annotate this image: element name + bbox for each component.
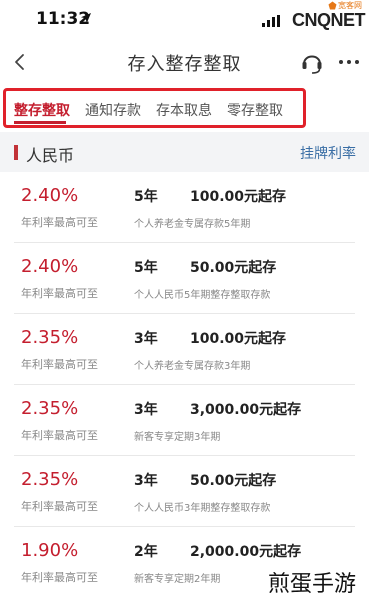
deposit-term: 5年 bbox=[134, 260, 158, 276]
rate-note: 年利率最高可至 bbox=[21, 500, 98, 513]
interest-rate: 2.35% bbox=[21, 469, 79, 490]
product-name: 个人养老金专属存款5年期 bbox=[134, 219, 251, 230]
tab-notice-deposit[interactable]: 通知存款 bbox=[85, 100, 141, 120]
interest-rate: 2.40% bbox=[21, 185, 79, 206]
product-row[interactable]: 2.35% 年利率最高可至 3年 50.00元起存 个人人民币3年期整存整取存款 bbox=[0, 456, 369, 527]
product-row[interactable]: 2.35% 年利率最高可至 3年 100.00元起存 个人养老金专属存款3年期 bbox=[0, 314, 369, 385]
interest-rate: 2.40% bbox=[21, 256, 79, 277]
minimum-amount: 50.00元起存 bbox=[190, 473, 277, 489]
product-name: 新客专享定期2年期 bbox=[134, 574, 221, 585]
section-header: 人民币 挂牌利率 bbox=[0, 132, 369, 172]
watermark-badge-icon bbox=[328, 1, 337, 10]
product-name: 个人人民币3年期整存整取存款 bbox=[134, 503, 271, 514]
deposit-term: 2年 bbox=[134, 544, 158, 560]
product-row[interactable]: 2.35% 年利率最高可至 3年 3,000.00元起存 新客专享定期3年期 bbox=[0, 385, 369, 456]
product-row[interactable]: 2.40% 年利率最高可至 5年 100.00元起存 个人养老金专属存款5年期 bbox=[0, 172, 369, 243]
tab-fixed-deposit[interactable]: 整存整取 bbox=[14, 100, 70, 120]
deposit-term: 3年 bbox=[134, 331, 158, 347]
tab-interest-withdrawal[interactable]: 存本取息 bbox=[156, 100, 212, 120]
product-name: 个人人民币5年期整存整取存款 bbox=[134, 290, 271, 301]
minimum-amount: 100.00元起存 bbox=[190, 189, 287, 205]
bottom-watermark: 煎蛋手游 bbox=[268, 572, 357, 597]
more-dots-icon[interactable] bbox=[338, 58, 360, 66]
minimum-amount: 2,000.00元起存 bbox=[190, 544, 302, 560]
interest-rate: 2.35% bbox=[21, 327, 79, 348]
rate-note: 年利率最高可至 bbox=[21, 216, 98, 229]
minimum-amount: 100.00元起存 bbox=[190, 331, 287, 347]
watermark-logo: CNQNET bbox=[292, 10, 366, 30]
deposit-term: 3年 bbox=[134, 473, 158, 489]
minimum-amount: 50.00元起存 bbox=[190, 260, 277, 276]
interest-rate: 2.35% bbox=[21, 398, 79, 419]
signal-icon bbox=[262, 15, 280, 27]
deposit-term: 3年 bbox=[134, 402, 158, 418]
product-row[interactable]: 2.40% 年利率最高可至 5年 50.00元起存 个人人民币5年期整存整取存款 bbox=[0, 243, 369, 314]
rate-note: 年利率最高可至 bbox=[21, 571, 98, 584]
section-title: 人民币 bbox=[26, 146, 75, 165]
interest-rate: 1.90% bbox=[21, 540, 79, 561]
product-name: 新客专享定期3年期 bbox=[134, 432, 221, 443]
rate-note: 年利率最高可至 bbox=[21, 429, 98, 442]
product-name: 个人养老金专属存款3年期 bbox=[134, 361, 251, 372]
section-marker bbox=[14, 145, 18, 160]
status-bar: 11:32 宽客网 CNQNET bbox=[0, 0, 369, 40]
tab-installment-deposit[interactable]: 零存整取 bbox=[227, 100, 283, 120]
active-tab-underline bbox=[14, 121, 66, 124]
rate-note: 年利率最高可至 bbox=[21, 358, 98, 371]
location-arrow-icon bbox=[81, 13, 91, 23]
minimum-amount: 3,000.00元起存 bbox=[190, 402, 302, 418]
listed-rates-link[interactable]: 挂牌利率 bbox=[300, 143, 356, 163]
deposit-term: 5年 bbox=[134, 189, 158, 205]
rate-note: 年利率最高可至 bbox=[21, 287, 98, 300]
screen: 11:32 宽客网 CNQNET 存入整存整取 整存整取 通知存款 存本取息 零… bbox=[0, 0, 369, 600]
nav-bar: 存入整存整取 bbox=[0, 40, 369, 86]
customer-service-icon[interactable] bbox=[299, 49, 325, 75]
